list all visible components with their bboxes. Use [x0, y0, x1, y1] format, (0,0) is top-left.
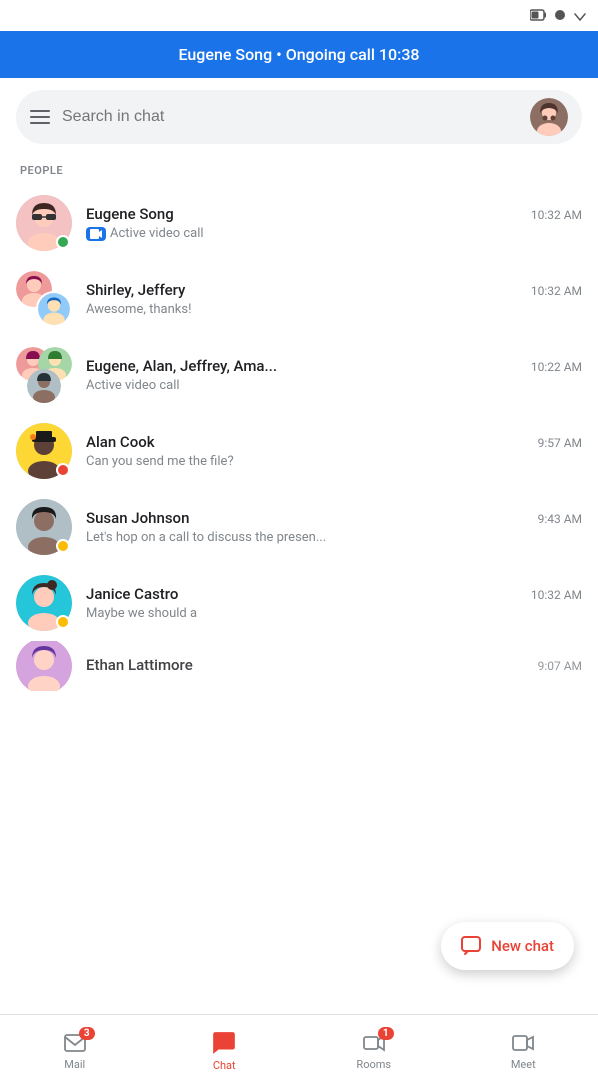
new-chat-fab[interactable]: New chat — [441, 922, 574, 970]
chat-content: Eugene Song 10:32 AM Active video call — [86, 205, 582, 241]
mail-badge: 3 — [79, 1027, 95, 1040]
avatar — [16, 641, 72, 691]
avatar-wrap — [16, 271, 72, 327]
chat-time: 10:32 AM — [531, 284, 582, 298]
meet-icon — [511, 1031, 535, 1055]
chat-item-janice-castro[interactable]: Janice Castro 10:32 AM Maybe we should a — [0, 565, 598, 641]
avatar-wrap — [16, 423, 72, 479]
nav-label-rooms: Rooms — [356, 1058, 391, 1071]
nav-label-meet: Meet — [511, 1058, 536, 1071]
status-bar — [0, 0, 598, 31]
chat-content: Shirley, Jeffery 10:32 AM Awesome, thank… — [86, 281, 582, 317]
fab-container: New chat — [441, 922, 574, 970]
chat-content: Janice Castro 10:32 AM Maybe we should a — [86, 585, 582, 621]
signal-circle-icon — [554, 6, 566, 25]
chat-list: Eugene Song 10:32 AM Active video call — [0, 181, 598, 695]
avatar-wrap — [16, 347, 72, 403]
chat-item-alan-cook[interactable]: Alan Cook 9:57 AM Can you send me the fi… — [0, 413, 598, 489]
status-away-dot — [56, 615, 70, 629]
chat-time: 9:57 AM — [538, 436, 582, 450]
chat-content: Alan Cook 9:57 AM Can you send me the fi… — [86, 433, 582, 469]
search-input[interactable] — [62, 108, 518, 126]
chat-preview: Active video call — [86, 226, 582, 241]
chat-name: Janice Castro — [86, 585, 178, 603]
chat-preview: Can you send me the file? — [86, 454, 582, 469]
user-avatar[interactable] — [530, 98, 568, 136]
status-away-dot — [56, 539, 70, 553]
avatar-wrap — [16, 641, 72, 691]
menu-icon[interactable] — [30, 110, 50, 124]
chat-item-eugene-song[interactable]: Eugene Song 10:32 AM Active video call — [0, 185, 598, 261]
chat-preview: Awesome, thanks! — [86, 302, 582, 317]
chat-item-group-call[interactable]: Eugene, Alan, Jeffrey, Ama... 10:22 AM A… — [0, 337, 598, 413]
avatar-group — [16, 271, 72, 327]
people-section-header: PEOPLE — [0, 156, 598, 181]
video-call-badge — [86, 227, 106, 241]
avatar-wrap — [16, 575, 72, 631]
chat-icon — [461, 936, 481, 956]
new-chat-label: New chat — [491, 937, 554, 955]
chat-item-ethan-lattimore[interactable]: Ethan Lattimore 9:07 AM — [0, 641, 598, 691]
chat-name: Eugene Song — [86, 205, 174, 223]
chat-time: 10:32 AM — [531, 208, 582, 222]
chat-name: Ethan Lattimore — [86, 656, 193, 674]
chat-content: Ethan Lattimore 9:07 AM — [86, 656, 582, 677]
battery-icon — [530, 6, 546, 25]
nav-item-meet[interactable]: Meet — [449, 1015, 598, 1086]
chat-icon-wrap — [211, 1030, 237, 1056]
chat-name: Alan Cook — [86, 433, 155, 451]
chat-name: Shirley, Jeffery — [86, 281, 185, 299]
chat-time: 9:43 AM — [538, 512, 582, 526]
chat-time: 10:32 AM — [531, 588, 582, 602]
chat-preview: Let's hop on a call to discuss the prese… — [86, 530, 582, 545]
chat-time: 10:22 AM — [531, 360, 582, 374]
chat-item-susan-johnson[interactable]: Susan Johnson 9:43 AM Let's hop on a cal… — [0, 489, 598, 565]
chat-preview: Active video call — [86, 378, 582, 393]
chat-active-icon — [211, 1030, 237, 1056]
meet-icon-wrap — [511, 1031, 535, 1055]
nav-label-chat: Chat — [213, 1059, 236, 1072]
chat-content: Susan Johnson 9:43 AM Let's hop on a cal… — [86, 509, 582, 545]
rooms-icon-wrap: 1 — [362, 1031, 386, 1055]
nav-item-chat[interactable]: Chat — [150, 1015, 300, 1086]
avatar-wrap — [16, 499, 72, 555]
avatar-group3 — [16, 347, 72, 403]
nav-label-mail: Mail — [64, 1058, 85, 1071]
status-online-dot — [56, 235, 70, 249]
chat-name: Susan Johnson — [86, 509, 189, 527]
chat-preview: Maybe we should a — [86, 606, 582, 621]
mail-icon-wrap: 3 — [63, 1031, 87, 1055]
bottom-nav: 3 Mail Chat 1 Rooms Meet — [0, 1014, 598, 1086]
chat-item-shirley-jeffery[interactable]: Shirley, Jeffery 10:32 AM Awesome, thank… — [0, 261, 598, 337]
nav-item-rooms[interactable]: 1 Rooms — [299, 1015, 449, 1086]
rooms-badge: 1 — [378, 1027, 394, 1040]
call-banner[interactable]: Eugene Song • Ongoing call 10:38 — [0, 31, 598, 78]
status-busy-dot — [56, 463, 70, 477]
chat-name: Eugene, Alan, Jeffrey, Ama... — [86, 357, 277, 375]
chat-content: Eugene, Alan, Jeffrey, Ama... 10:22 AM A… — [86, 357, 582, 393]
avatar-wrap — [16, 195, 72, 251]
nav-item-mail[interactable]: 3 Mail — [0, 1015, 150, 1086]
chat-time: 9:07 AM — [538, 659, 582, 673]
dropdown-icon — [574, 6, 586, 25]
search-bar — [16, 90, 582, 144]
